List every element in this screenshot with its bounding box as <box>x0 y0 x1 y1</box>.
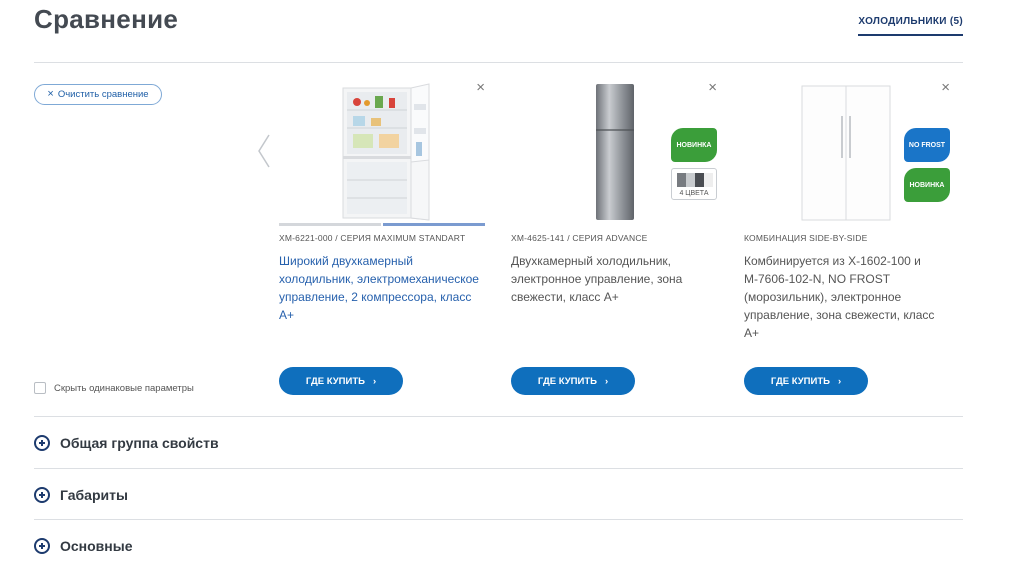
chevron-left-icon[interactable] <box>256 133 272 169</box>
chevron-right-icon: › <box>372 375 377 387</box>
group-dimensions[interactable]: Габариты <box>34 468 963 520</box>
group-label: Общая группа свойств <box>60 434 219 451</box>
remove-product-button[interactable]: × <box>708 80 717 95</box>
where-to-buy-label: ГДЕ КУПИТЬ <box>305 375 365 387</box>
new-badge: НОВИНКА <box>671 128 717 162</box>
product-card: NO FROST НОВИНКА × КОМБИНАЦИЯ SIDE-BY-SI… <box>744 76 950 396</box>
where-to-buy-label: ГДЕ КУПИТЬ <box>537 375 597 387</box>
close-icon: × <box>47 88 54 100</box>
where-to-buy-button[interactable]: ГДЕ КУПИТЬ › <box>511 367 635 395</box>
remove-product-button[interactable]: × <box>941 80 950 95</box>
plus-circle-icon <box>34 537 50 554</box>
chevron-right-icon: › <box>604 375 609 387</box>
clear-comparison-label: Очистить сравнение <box>57 89 149 100</box>
hide-same-label: Скрыть одинаковые параметры <box>54 382 194 394</box>
product-sku: КОМБИНАЦИЯ SIDE-BY-SIDE <box>744 233 868 243</box>
clear-comparison-button[interactable]: × Очистить сравнение <box>34 84 162 105</box>
product-description: Двухкамерный холодильник, электронное уп… <box>511 254 683 304</box>
hide-same-params[interactable]: Скрыть одинаковые параметры <box>34 382 194 394</box>
new-badge: НОВИНКА <box>904 168 950 202</box>
group-label: Основные <box>60 537 133 554</box>
group-label: Габариты <box>60 486 128 503</box>
product-sku: ХМ-6221-000 / СЕРИЯ MAXIMUM STANDART <box>279 233 466 243</box>
product-card: × ХМ-6221-000 / СЕРИЯ MAXIMUM STANDART Ш… <box>279 76 485 396</box>
page-title: Сравнение <box>34 4 179 34</box>
plus-circle-icon <box>34 486 50 503</box>
product-description: Комбинируется из Х-1602-100 и М-7606-102… <box>744 254 935 340</box>
product-description-link[interactable]: Широкий двухкамерный холодильник, электр… <box>279 252 485 324</box>
no-frost-badge: NO FROST <box>904 128 950 162</box>
chevron-right-icon: › <box>837 375 842 387</box>
group-general[interactable]: Общая группа свойств <box>34 416 963 468</box>
hide-same-checkbox[interactable] <box>34 382 46 394</box>
remove-product-button[interactable]: × <box>476 80 485 95</box>
tab-refrigerators[interactable]: холодильники (5) <box>858 16 963 36</box>
plus-circle-icon <box>34 434 50 451</box>
product-image[interactable] <box>279 82 485 222</box>
where-to-buy-button[interactable]: ГДЕ КУПИТЬ › <box>279 367 403 395</box>
colors-count: 4 ЦВЕТА <box>679 190 709 197</box>
product-card: НОВИНКА 4 ЦВЕТА × ХМ-4625-141 / СЕРИЯ AD… <box>511 76 717 396</box>
product-sku: ХМ-4625-141 / СЕРИЯ ADVANCE <box>511 233 648 243</box>
where-to-buy-button[interactable]: ГДЕ КУПИТЬ › <box>744 367 868 395</box>
where-to-buy-label: ГДЕ КУПИТЬ <box>770 375 830 387</box>
colors-badge[interactable]: 4 ЦВЕТА <box>671 168 717 200</box>
divider <box>34 62 963 63</box>
image-slider[interactable] <box>279 223 485 226</box>
group-main[interactable]: Основные <box>34 519 963 567</box>
